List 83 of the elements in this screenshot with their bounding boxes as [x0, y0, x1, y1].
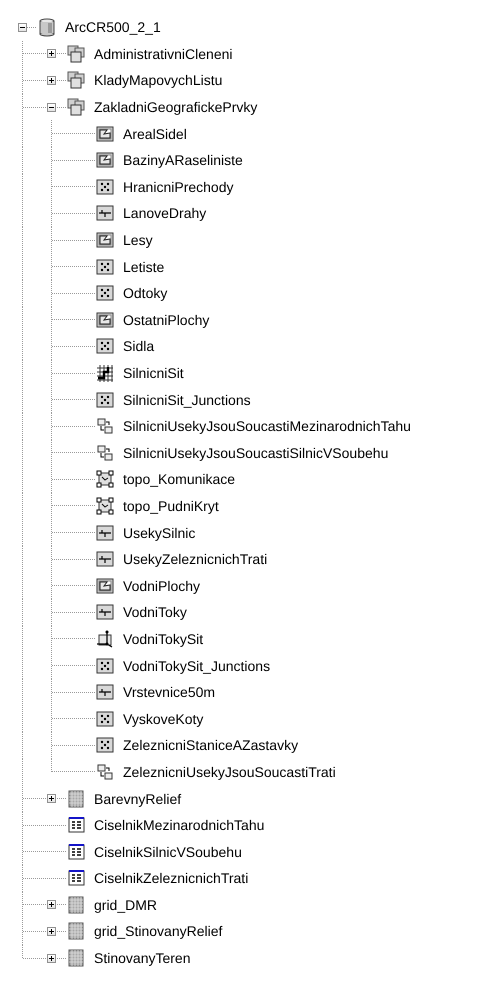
linked-boxes-icon [95, 762, 115, 782]
expand-toggle[interactable] [47, 954, 56, 963]
points-icon [95, 336, 115, 356]
points-icon [95, 256, 115, 277]
expand-toggle[interactable] [47, 926, 56, 936]
raster-grid-icon [66, 948, 86, 968]
tree-item[interactable]: CiselnikMezinarodnichTahu [94, 816, 264, 834]
tree-item[interactable]: CiselnikSilnicVSoubehu [94, 842, 242, 861]
expand-toggle[interactable] [47, 794, 56, 804]
tree-item[interactable]: VodniTokySit_Junctions [123, 656, 270, 675]
raster-grid-icon [66, 788, 86, 809]
tree-item[interactable]: OstatniPlochy [123, 310, 210, 329]
tree-item[interactable]: BarevnyRelief [94, 790, 182, 808]
table-icon [66, 842, 86, 862]
polygon-icon [95, 310, 115, 330]
layers-icon [66, 70, 86, 90]
plus-icon [49, 956, 54, 961]
table-icon [66, 868, 86, 888]
tree-item[interactable]: VodniPlochy [123, 576, 200, 595]
tree-item[interactable]: SilnicniUsekyJsouSoucastiMezinarodnichTahu [123, 417, 411, 436]
tree-item[interactable]: topo_PudniKryt [123, 496, 219, 515]
plus-icon [49, 928, 54, 934]
tree-item[interactable]: SilnicniUsekyJsouSoucastiSilnicVSoubehu [123, 444, 388, 462]
raster-grid-icon [66, 894, 86, 915]
tree-item[interactable]: AdministrativniCleneni [94, 44, 233, 63]
expand-toggle[interactable] [47, 900, 56, 910]
vertex-frame-icon [95, 469, 115, 490]
points-icon [95, 708, 115, 729]
tree-item[interactable]: VodniTokySit [123, 630, 204, 648]
tree-item[interactable]: Letiste [123, 258, 164, 276]
points-icon [95, 656, 115, 676]
minus-icon [20, 24, 25, 30]
expand-toggle[interactable] [47, 102, 56, 112]
points-icon [95, 283, 115, 304]
tree-item[interactable]: UsekyZeleznicnichTrati [123, 550, 268, 568]
tree-item[interactable]: grid_DMR [94, 896, 158, 914]
minus-icon [49, 104, 54, 110]
layers-icon [66, 97, 86, 118]
expand-toggle[interactable] [47, 49, 56, 58]
tree-item[interactable]: StinovanyTeren [94, 949, 191, 968]
tree-item[interactable]: UsekySilnic [123, 524, 196, 542]
plus-icon [49, 78, 54, 83]
points-icon [95, 390, 115, 410]
table-icon [66, 815, 86, 836]
layers-icon [66, 44, 86, 64]
tree-item[interactable]: CiselnikZeleznicnichTrati [94, 869, 248, 888]
tree-item[interactable]: ArcCR500_2_1 [65, 18, 161, 36]
linked-boxes-icon [95, 416, 115, 436]
plus-icon [49, 902, 54, 908]
tree-item[interactable]: SilnicniSit [123, 364, 184, 382]
raster-grid-icon [66, 921, 86, 942]
database-icon [37, 17, 57, 38]
polygon-icon [95, 150, 115, 170]
tree-item[interactable]: Vrstevnice50m [123, 683, 216, 702]
tree-item[interactable]: VodniToky [123, 603, 187, 622]
tree-item[interactable]: topo_Komunikace [123, 470, 236, 488]
polygon-icon [95, 124, 115, 144]
tree-item[interactable]: VyskoveKoty [123, 710, 204, 728]
tree-item[interactable]: Odtoky [123, 284, 168, 302]
network-icon [95, 628, 115, 649]
tree-item[interactable]: HranicniPrechody [123, 178, 234, 196]
tree-item[interactable]: ArealSidel [123, 124, 187, 143]
polygon-icon [95, 576, 115, 596]
tree-item[interactable]: ZeleznicniStaniceAZastavky [123, 736, 298, 754]
tree-item[interactable]: SilnicniSit_Junctions [123, 390, 251, 409]
polygon-icon [95, 230, 115, 250]
tree-item[interactable]: LanoveDrahy [123, 204, 206, 222]
tree-item[interactable]: BazinyARaseliniste [123, 151, 243, 170]
plus-icon [49, 51, 54, 56]
vertex-frame-icon [95, 496, 115, 516]
points-icon [95, 176, 115, 197]
tree-item[interactable]: KladyMapovychListu [94, 71, 222, 90]
plus-icon [49, 796, 54, 802]
tree-item[interactable]: grid_StinovanyRelief [94, 922, 222, 940]
linked-boxes-icon [95, 442, 115, 463]
expand-toggle[interactable] [47, 76, 56, 85]
expand-toggle[interactable] [18, 22, 27, 32]
points-icon [95, 735, 115, 756]
tree-item[interactable]: ZeleznicniUsekyJsouSoucastiTrati [123, 762, 336, 781]
tree-item[interactable]: Lesy [123, 231, 153, 250]
grid-network-icon [95, 363, 115, 384]
tree-item[interactable]: ZakladniGeografickePrvky [94, 98, 258, 116]
tree-item[interactable]: Sidla [123, 337, 154, 356]
